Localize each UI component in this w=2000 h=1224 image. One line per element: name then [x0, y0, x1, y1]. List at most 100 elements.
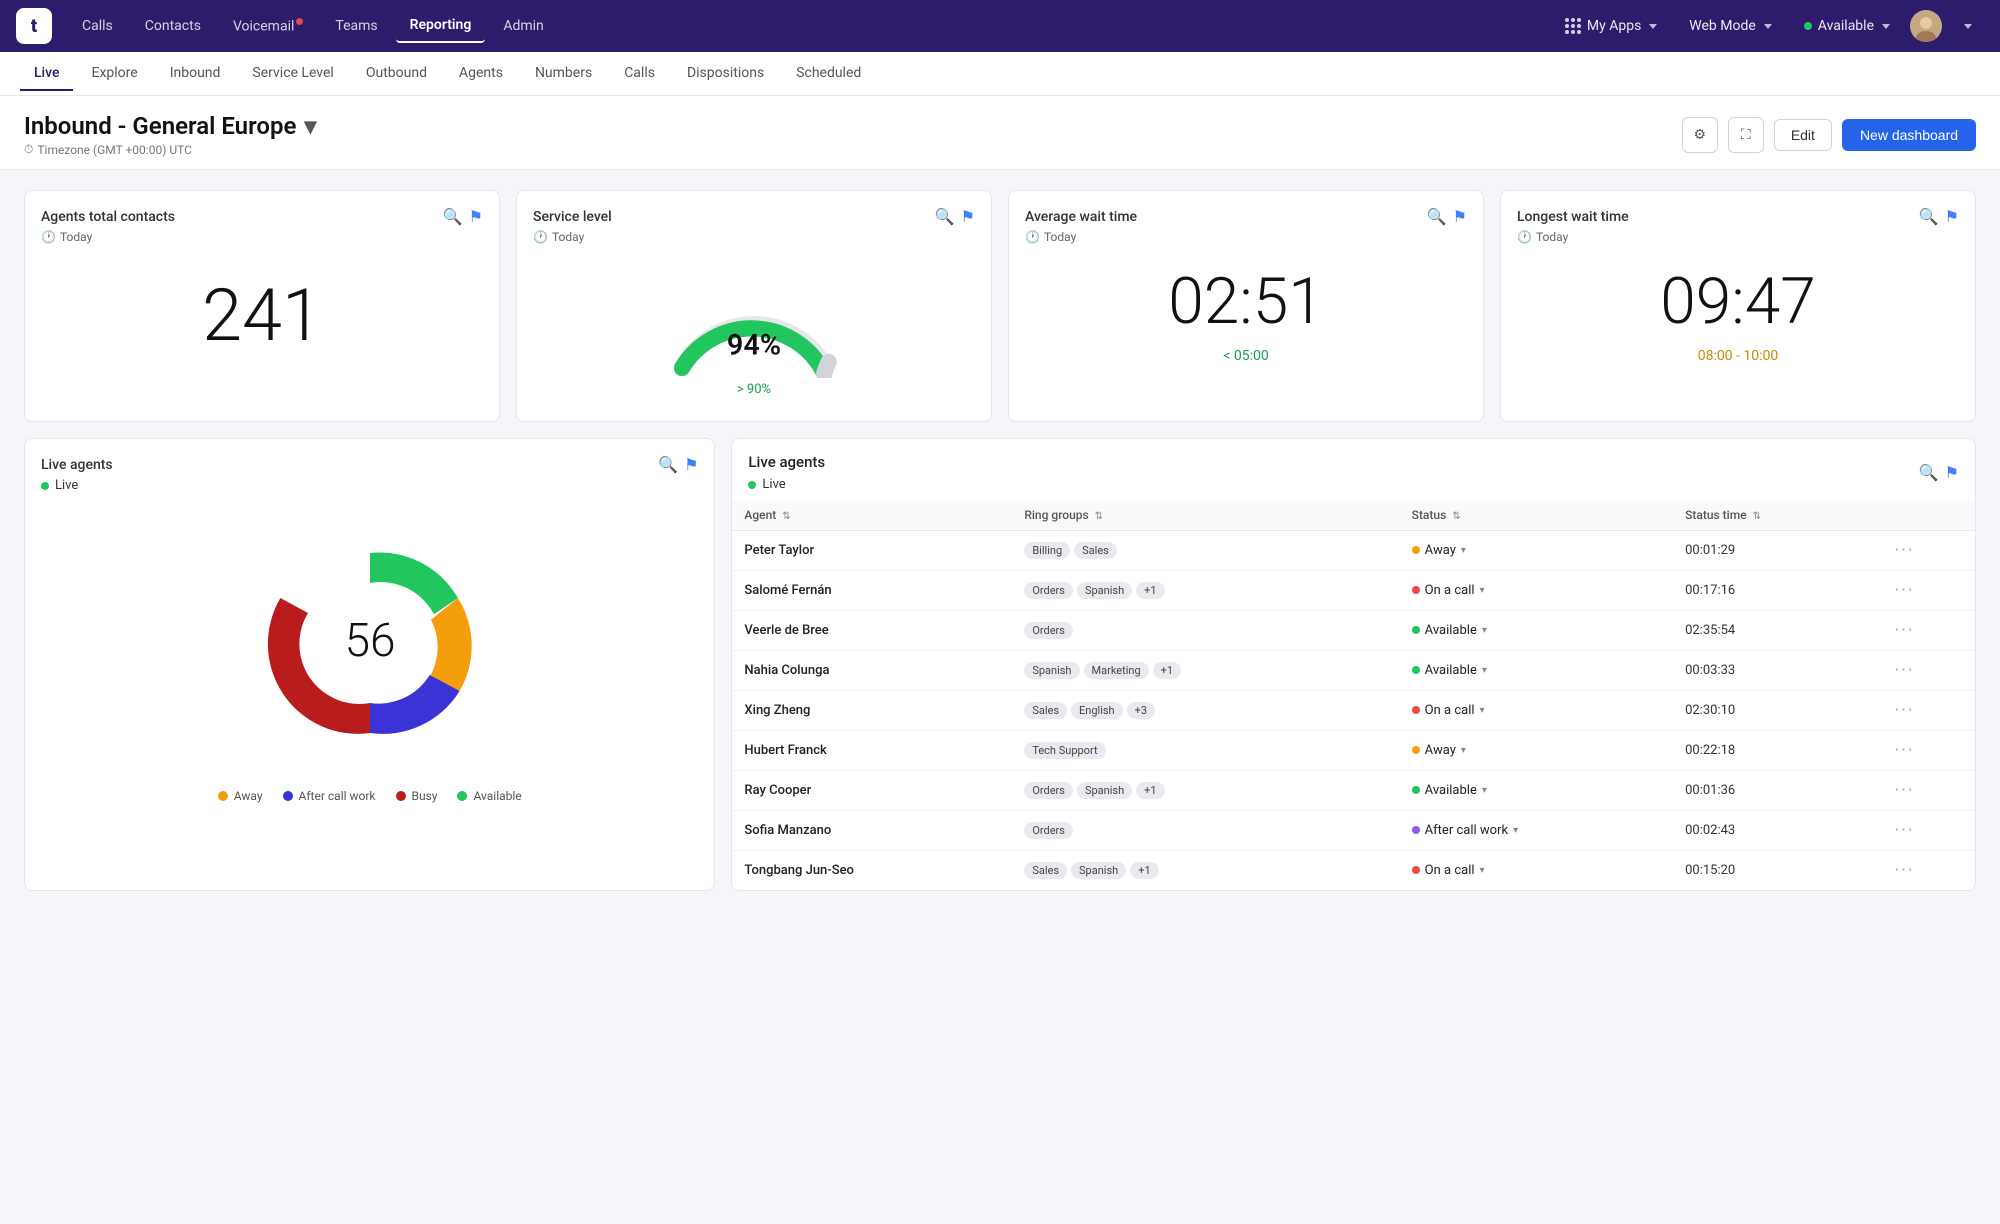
status-pill[interactable]: Available ▾	[1412, 783, 1487, 798]
new-dashboard-button[interactable]: New dashboard	[1842, 119, 1976, 151]
status-label: Away	[1425, 543, 1456, 558]
my-apps-chevron	[1649, 24, 1657, 29]
status-pill[interactable]: On a call ▾	[1412, 703, 1485, 718]
agent-status[interactable]: Available ▾	[1400, 771, 1673, 811]
table-filter-icon[interactable]: ⚑	[1945, 463, 1959, 482]
avg-wait-sub: < 05:00	[1025, 348, 1467, 364]
agent-status[interactable]: On a call ▾	[1400, 851, 1673, 891]
agent-sort-icon[interactable]: ⇅	[782, 511, 790, 522]
table-card-header: Live agents Live 🔍 ⚑	[732, 439, 1975, 500]
agent-status[interactable]: Available ▾	[1400, 611, 1673, 651]
donut-filter-icon[interactable]: ⚑	[684, 455, 698, 474]
subnav-live[interactable]: Live	[20, 57, 73, 91]
subnav-service-level[interactable]: Service Level	[238, 57, 347, 91]
status-sort-icon[interactable]: ⇅	[1452, 511, 1460, 522]
agent-groups: OrdersSpanish+1	[1012, 771, 1399, 811]
col-status: Status ⇅	[1400, 500, 1673, 531]
avg-wait-filter-icon[interactable]: ⚑	[1453, 207, 1467, 226]
top-cards-row: Agents total contacts 🔍 ⚑ 🕐 Today 241 Se…	[24, 190, 1976, 422]
agent-status-time: 02:30:10	[1673, 691, 1882, 731]
nav-teams[interactable]: Teams	[321, 10, 391, 42]
agent-groups: BillingSales	[1012, 531, 1399, 571]
longest-wait-filter-icon[interactable]: ⚑	[1945, 207, 1959, 226]
user-menu-button[interactable]	[1950, 18, 1984, 35]
web-mode-button[interactable]: Web Mode	[1677, 12, 1784, 40]
legend-aftercall-dot	[283, 791, 293, 801]
table-search-icon[interactable]: 🔍	[1919, 463, 1939, 482]
subnav-dispositions[interactable]: Dispositions	[673, 57, 778, 91]
service-level-filter-icon[interactable]: ⚑	[961, 207, 975, 226]
group-tag: Marketing	[1084, 662, 1149, 679]
agent-more-button[interactable]: ···	[1883, 691, 1976, 731]
agent-more-button[interactable]: ···	[1883, 811, 1976, 851]
status-pill[interactable]: Available ▾	[1412, 623, 1487, 638]
agents-total-search-icon[interactable]: 🔍	[443, 207, 463, 226]
agent-status[interactable]: Away ▾	[1400, 731, 1673, 771]
agent-name: Sofia Manzano	[732, 811, 1012, 851]
my-apps-button[interactable]: My Apps	[1553, 12, 1669, 40]
agent-status[interactable]: Away ▾	[1400, 531, 1673, 571]
edit-button[interactable]: Edit	[1774, 119, 1832, 151]
subnav-numbers[interactable]: Numbers	[521, 57, 606, 91]
agent-status[interactable]: Available ▾	[1400, 651, 1673, 691]
agent-more-button[interactable]: ···	[1883, 571, 1976, 611]
subnav-calls[interactable]: Calls	[610, 57, 669, 91]
settings-button[interactable]: ⚙	[1682, 117, 1718, 153]
status-dot	[1412, 866, 1420, 874]
service-level-card: Service level 🔍 ⚑ 🕐 Today 94%	[516, 190, 992, 422]
donut-search-icon[interactable]: 🔍	[658, 455, 678, 474]
subnav-outbound[interactable]: Outbound	[352, 57, 441, 91]
agent-more-button[interactable]: ···	[1883, 851, 1976, 891]
nav-calls[interactable]: Calls	[68, 10, 127, 42]
status-pill[interactable]: On a call ▾	[1412, 863, 1485, 878]
agent-more-button[interactable]: ···	[1883, 651, 1976, 691]
status-chevron: ▾	[1480, 585, 1485, 596]
status-pill[interactable]: Available ▾	[1412, 663, 1487, 678]
status-time-sort-icon[interactable]: ⇅	[1753, 511, 1761, 522]
agent-name: Salomé Fernán	[732, 571, 1012, 611]
subnav-agents[interactable]: Agents	[445, 57, 517, 91]
clock-icon: 🕐	[1025, 230, 1040, 244]
availability-button[interactable]: Available	[1792, 12, 1902, 40]
table-row: Sofia ManzanoOrders After call work ▾ 00…	[732, 811, 1975, 851]
subnav-inbound[interactable]: Inbound	[156, 57, 235, 91]
service-level-search-icon[interactable]: 🔍	[935, 207, 955, 226]
agent-status-time: 02:35:54	[1673, 611, 1882, 651]
subnav-explore[interactable]: Explore	[77, 57, 151, 91]
status-chevron: ▾	[1461, 745, 1466, 756]
agents-total-filter-icon[interactable]: ⚑	[469, 207, 483, 226]
subnav-scheduled[interactable]: Scheduled	[782, 57, 875, 91]
table-row: Ray CooperOrdersSpanish+1 Available ▾ 00…	[732, 771, 1975, 811]
legend-busy: Busy	[396, 789, 438, 803]
agent-more-button[interactable]: ···	[1883, 531, 1976, 571]
group-tag: Orders	[1024, 822, 1073, 839]
longest-wait-search-icon[interactable]: 🔍	[1919, 207, 1939, 226]
agent-more-button[interactable]: ···	[1883, 771, 1976, 811]
title-dropdown-icon[interactable]: ▾	[304, 112, 316, 140]
agent-status[interactable]: After call work ▾	[1400, 811, 1673, 851]
legend-away-label: Away	[234, 789, 263, 803]
status-pill[interactable]: On a call ▾	[1412, 583, 1485, 598]
agent-status[interactable]: On a call ▾	[1400, 691, 1673, 731]
status-pill[interactable]: After call work ▾	[1412, 823, 1518, 838]
ring-groups-sort-icon[interactable]: ⇅	[1095, 511, 1103, 522]
agent-more-button[interactable]: ···	[1883, 731, 1976, 771]
live-agents-table-card: Live agents Live 🔍 ⚑ Agent ⇅ Ring groups…	[731, 438, 1976, 891]
nav-reporting[interactable]: Reporting	[396, 9, 486, 43]
nav-voicemail[interactable]: Voicemail	[219, 10, 317, 43]
avg-wait-search-icon[interactable]: 🔍	[1427, 207, 1447, 226]
nav-admin[interactable]: Admin	[489, 10, 557, 42]
nav-contacts[interactable]: Contacts	[131, 10, 215, 42]
status-pill[interactable]: Away ▾	[1412, 743, 1466, 758]
agent-name: Peter Taylor	[732, 531, 1012, 571]
agent-more-button[interactable]: ···	[1883, 611, 1976, 651]
status-pill[interactable]: Away ▾	[1412, 543, 1466, 558]
agent-status[interactable]: On a call ▾	[1400, 571, 1673, 611]
status-dot	[1412, 546, 1420, 554]
agent-name: Nahia Colunga	[732, 651, 1012, 691]
user-avatar[interactable]	[1910, 10, 1942, 42]
fullscreen-button[interactable]: ⛶	[1728, 117, 1764, 153]
web-mode-chevron	[1764, 24, 1772, 29]
agent-status-time: 00:17:16	[1673, 571, 1882, 611]
top-nav: t Calls Contacts Voicemail Teams Reporti…	[0, 0, 2000, 52]
